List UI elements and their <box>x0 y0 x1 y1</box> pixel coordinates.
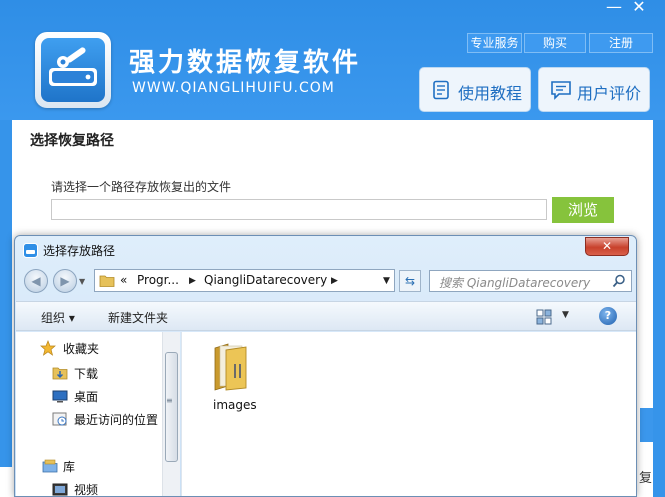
grip-icon: ≡ <box>166 396 173 405</box>
folder-name: images <box>213 398 257 412</box>
dialog-title: 选择存放路径 <box>43 244 116 258</box>
document-icon <box>433 80 449 100</box>
scrollbar-thumb[interactable] <box>165 352 178 462</box>
tutorial-label: 使用教程 <box>458 84 523 103</box>
dialog-titlebar[interactable]: 选择存放路径 ✕ <box>15 236 636 264</box>
dialog-close-button[interactable]: ✕ <box>585 237 629 256</box>
close-button[interactable]: ✕ <box>628 0 650 16</box>
back-button[interactable]: ◀ <box>24 269 48 293</box>
search-placeholder: 搜索 QiangliDatarecovery <box>439 276 591 290</box>
nav-item-videos[interactable]: 视频 <box>16 478 166 497</box>
search-icon[interactable] <box>612 274 626 288</box>
nav-item-favorites[interactable]: 收藏夹 <box>16 337 166 357</box>
minimize-button[interactable]: — <box>603 0 625 16</box>
chevron-right-icon[interactable]: ▶ <box>331 276 338 286</box>
address-overflow[interactable]: « <box>120 273 127 287</box>
nav-item-recent-places[interactable]: 最近访问的位置 <box>16 408 166 428</box>
file-list-pane: images <box>181 332 636 496</box>
register-link[interactable]: 注册 <box>589 33 653 53</box>
browse-button[interactable]: 浏览 <box>552 197 614 223</box>
help-button[interactable]: ? <box>599 307 617 325</box>
organize-menu[interactable]: 组织 ▾ <box>41 309 75 326</box>
address-dropdown-icon[interactable]: ▼ <box>383 276 390 286</box>
user-review-button[interactable]: 用户评价 <box>538 67 650 112</box>
folder-icon <box>99 275 115 287</box>
section-title: 选择恢复路径 <box>30 133 114 149</box>
edge-text: 复 <box>639 471 653 486</box>
nav-item-desktop[interactable]: 桌面 <box>16 385 166 405</box>
library-icon <box>42 459 58 473</box>
address-bar[interactable]: « Progr... ▶ QiangliDatarecovery ▶ ▼ <box>94 269 395 292</box>
forward-button[interactable]: ▶ <box>53 269 77 293</box>
dialog-toolbar: 组织 ▾ 新建文件夹 ▼ ? <box>16 301 636 331</box>
folder-icon <box>214 343 247 391</box>
forward-arrow-icon: ▶ <box>60 274 70 288</box>
back-arrow-icon: ◀ <box>31 274 41 288</box>
chevron-right-icon[interactable]: ▶ <box>189 276 196 286</box>
navigation-row: ◀ ▶ ▼ « Progr... ▶ QiangliDatarecovery ▶… <box>15 265 636 297</box>
address-segment[interactable]: QiangliDatarecovery <box>204 273 327 287</box>
folder-item[interactable]: images <box>204 342 264 418</box>
new-folder-button[interactable]: 新建文件夹 <box>108 309 168 326</box>
drive-wrench-icon <box>49 47 97 86</box>
nav-label: 库 <box>63 460 76 474</box>
choose-path-dialog: 选择存放路径 ✕ ◀ ▶ ▼ « Progr... ▶ QiangliDatar… <box>14 235 637 497</box>
desktop-icon <box>52 390 68 403</box>
nav-scrollbar[interactable]: ≡ <box>162 332 180 496</box>
address-segment[interactable]: Progr... <box>137 273 179 287</box>
buy-link[interactable]: 购买 <box>524 33 586 53</box>
nav-label: 桌面 <box>74 390 99 404</box>
view-dropdown-icon[interactable]: ▼ <box>562 310 569 320</box>
refresh-button[interactable]: ⇆ <box>399 270 421 292</box>
refresh-icon: ⇆ <box>404 274 416 288</box>
nav-label: 下载 <box>74 367 99 381</box>
user-review-label: 用户评价 <box>577 84 642 103</box>
path-label: 请选择一个路径存放恢复出的文件 <box>51 180 232 194</box>
nav-item-libraries[interactable]: 库 <box>16 455 166 475</box>
tutorial-button[interactable]: 使用教程 <box>419 67 531 112</box>
nav-label: 收藏夹 <box>63 342 100 356</box>
body-left-edge <box>0 467 12 497</box>
app-small-icon <box>23 243 38 258</box>
path-input[interactable] <box>51 199 547 220</box>
app-website: WWW.QIANGLIHUIFU.COM <box>132 80 335 96</box>
pro-service-link[interactable]: 专业服务 <box>467 33 522 53</box>
comment-icon <box>551 81 571 100</box>
video-icon <box>52 483 68 496</box>
recent-places-icon <box>52 412 67 426</box>
view-options-icon[interactable] <box>536 309 552 325</box>
navigation-pane: 收藏夹 下载 桌面 最近访问的位置 库 视频 ≡ <box>16 332 180 497</box>
nav-item-downloads[interactable]: 下载 <box>16 362 166 382</box>
app-title: 强力数据恢复软件 <box>129 48 362 78</box>
star-icon <box>40 340 56 356</box>
nav-label: 最近访问的位置 <box>74 413 159 427</box>
nav-label: 视频 <box>74 483 99 497</box>
history-dropdown-icon[interactable]: ▼ <box>79 277 85 286</box>
app-header: 强力数据恢复软件 WWW.QIANGLIHUIFU.COM — ✕ 专业服务 购… <box>0 0 665 120</box>
search-input[interactable]: 搜索 QiangliDatarecovery <box>429 270 632 292</box>
side-button[interactable] <box>640 408 653 442</box>
app-logo <box>35 32 111 108</box>
download-folder-icon <box>52 367 68 380</box>
